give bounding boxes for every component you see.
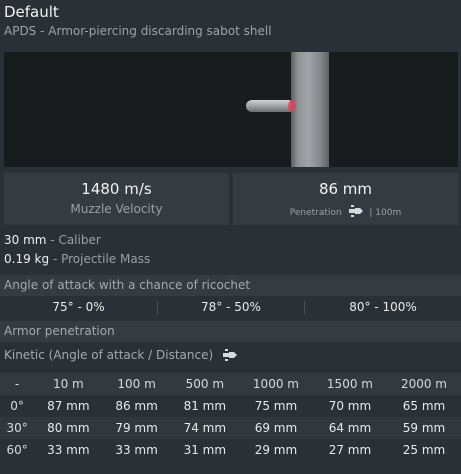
value-cell: 33 mm <box>115 443 158 457</box>
penetration-animation <box>4 52 458 167</box>
column-header: 100 m <box>102 373 171 395</box>
muzzle-velocity-label: Muzzle Velocity <box>70 202 163 216</box>
value-cell: 79 mm <box>102 417 171 439</box>
armor-penetration-header: Armor penetration <box>0 321 461 342</box>
kinetic-label: Kinetic (Angle of attack / Distance) <box>4 348 214 362</box>
caliber-value: 30 mm <box>4 233 47 247</box>
table-header-row: - 10 m 100 m 500 m 1000 m 1500 m 2000 m <box>0 373 461 395</box>
shell-icon <box>222 349 238 364</box>
value-cell: 64 mm <box>312 417 387 439</box>
projectile-mass-value: 0.19 kg <box>4 252 50 266</box>
ricochet-row: 75° - 0% 78° - 50% 80° - 100% <box>0 297 461 318</box>
angle-cell: 30° <box>0 417 35 439</box>
column-header: 1500 m <box>312 373 387 395</box>
projectile-mass-row: 0.19 kg - Projectile Mass <box>4 252 150 266</box>
angle-cell: 60° <box>6 443 28 457</box>
ricochet-title: Angle of attack with a chance of ricoche… <box>4 278 251 292</box>
penetration-shell-icon <box>348 205 364 220</box>
impact-glow <box>288 100 296 112</box>
table-row: 30° 80 mm 79 mm 74 mm 69 mm 64 mm 59 mm <box>0 417 461 439</box>
value-cell: 25 mm <box>402 443 446 457</box>
value-cell: 65 mm <box>402 399 446 413</box>
ricochet-cell: 75° - 0% <box>52 300 105 314</box>
ricochet-section-header: Angle of attack with a chance of ricoche… <box>0 275 461 296</box>
value-cell: 33 mm <box>47 443 90 457</box>
table-row: 0° 87 mm 86 mm 81 mm 75 mm 70 mm 65 mm <box>0 395 461 417</box>
caliber-row: 30 mm - Caliber <box>4 233 101 247</box>
ricochet-cell: 78° - 50% <box>201 300 261 314</box>
penetration-value: 86 mm <box>318 180 373 198</box>
column-header: - <box>0 373 35 395</box>
value-cell: 74 mm <box>170 417 239 439</box>
value-cell: 29 mm <box>254 443 298 457</box>
armor-plate <box>291 52 329 167</box>
shell-projectile <box>246 100 291 112</box>
column-header: 2000 m <box>386 373 461 395</box>
penetration-label-row: Penetration | 100m <box>233 205 458 220</box>
table-row: 60° 33 mm 33 mm 31 mm 29 mm 27 mm 25 mm <box>0 439 461 461</box>
penetration-table: - 10 m 100 m 500 m 1000 m 1500 m 2000 m … <box>0 373 461 461</box>
value-cell: 59 mm <box>386 417 461 439</box>
penetration-label: Penetration <box>289 208 342 218</box>
value-cell: 81 mm <box>183 399 227 413</box>
value-cell: 31 mm <box>183 443 227 457</box>
muzzle-velocity-card: 1480 m/s Muzzle Velocity <box>4 173 229 225</box>
value-cell: 27 mm <box>328 443 372 457</box>
armor-penetration-title: Armor penetration <box>4 324 115 338</box>
value-cell: 69 mm <box>238 417 313 439</box>
penetration-distance: | 100m <box>369 208 402 218</box>
ricochet-cell: 80° - 100% <box>349 300 417 314</box>
value-cell: 86 mm <box>115 399 158 413</box>
projectile-mass-label: - Projectile Mass <box>52 252 151 266</box>
shell-title: Default <box>4 3 59 21</box>
value-cell: 87 mm <box>47 399 90 413</box>
kinetic-label-row: Kinetic (Angle of attack / Distance) <box>4 348 238 364</box>
shell-info-panel: Default APDS - Armor-piercing discarding… <box>0 0 461 474</box>
muzzle-velocity-value: 1480 m/s <box>81 180 152 198</box>
column-header: 500 m <box>170 373 239 395</box>
value-cell: 70 mm <box>328 399 372 413</box>
value-cell: 75 mm <box>254 399 298 413</box>
value-cell: 80 mm <box>34 417 103 439</box>
column-header: 1000 m <box>238 373 313 395</box>
angle-cell: 0° <box>10 399 24 413</box>
caliber-label: - Caliber <box>50 233 101 247</box>
penetration-card: 86 mm Penetration | 100m <box>233 173 458 225</box>
shell-type: APDS - Armor-piercing discarding sabot s… <box>4 24 272 38</box>
column-header: 10 m <box>34 373 103 395</box>
